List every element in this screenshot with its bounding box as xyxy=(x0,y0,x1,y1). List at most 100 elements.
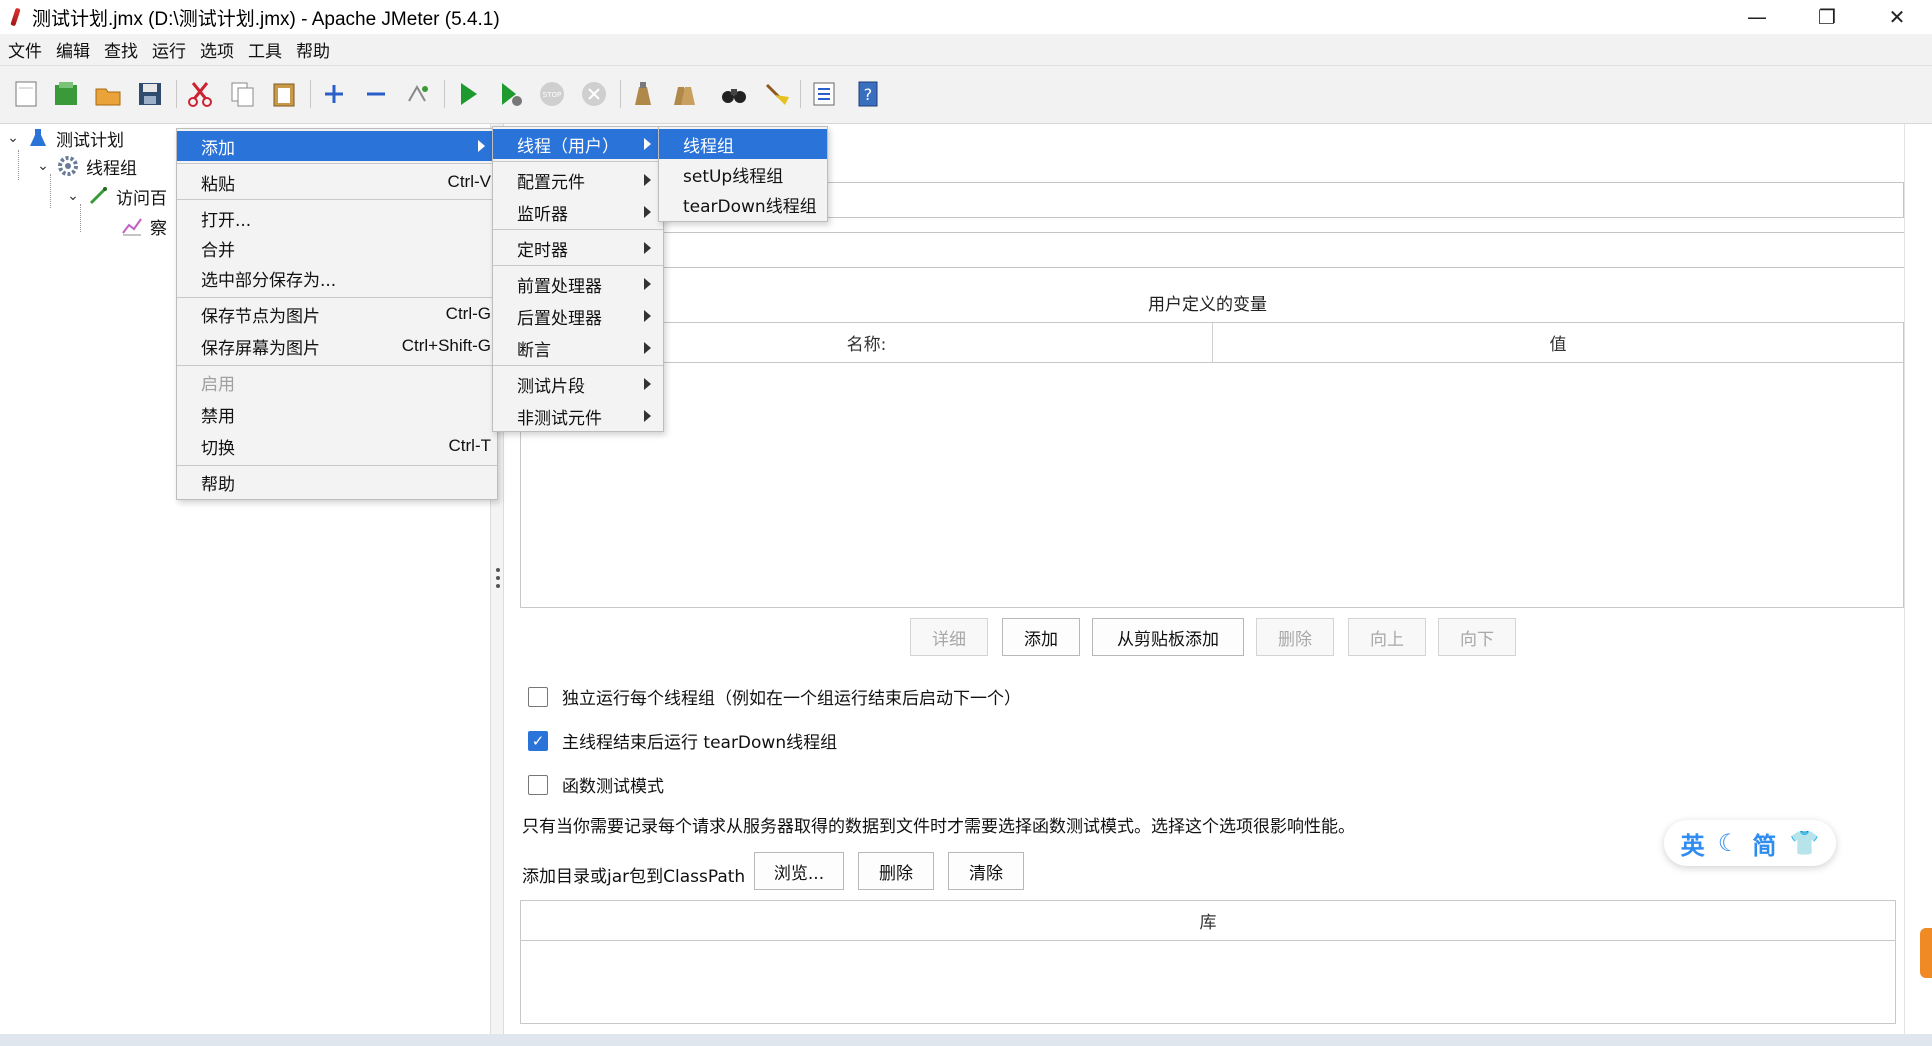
moon-icon[interactable]: ☾ xyxy=(1718,829,1740,857)
templates-icon[interactable] xyxy=(50,78,82,110)
chevron-down-icon[interactable]: ⌄ xyxy=(64,187,82,205)
ime-status-bar[interactable]: 英 ☾ 简 👕 xyxy=(1664,820,1836,866)
submenu-item-thread-group[interactable]: 线程组 xyxy=(659,129,827,159)
submenu-item-teardown-thread-group[interactable]: tearDown线程组 xyxy=(659,189,827,219)
classpath-clear-button[interactable]: 清除 xyxy=(948,852,1024,890)
menu-item-open[interactable]: 打开... xyxy=(177,203,497,233)
submenu-item-assertion[interactable]: 断言 xyxy=(493,333,663,363)
menu-help[interactable]: 帮助 xyxy=(296,37,330,62)
tree-node-thread-group[interactable]: ⌄ 线程组 xyxy=(34,152,137,180)
taskbar-strip xyxy=(0,1034,1932,1046)
menu-file[interactable]: 文件 xyxy=(8,37,42,62)
title-bar: 测试计划.jmx (D:\测试计划.jmx) - Apache JMeter (… xyxy=(0,0,1932,34)
menu-item-save-screen-as-image[interactable]: 保存屏幕为图片 Ctrl+Shift-G xyxy=(177,331,497,361)
submenu-item-listener[interactable]: 监听器 xyxy=(493,197,663,227)
start-no-pauses-icon[interactable] xyxy=(494,78,526,110)
serialize-thread-groups-checkbox[interactable]: 独立运行每个线程组（例如在一个组运行结束后启动下一个） xyxy=(528,684,1021,709)
functional-mode-checkbox[interactable]: 函数测试模式 xyxy=(528,772,664,797)
new-icon[interactable] xyxy=(10,78,42,110)
tree-node-label: 访问百 xyxy=(116,188,167,209)
gear-icon xyxy=(56,154,80,178)
tree-node-listener[interactable]: 察 xyxy=(116,212,167,240)
checkbox-box[interactable] xyxy=(528,774,548,795)
classpath-delete-button[interactable]: 删除 xyxy=(858,852,934,890)
user-variables-table[interactable]: 名称: 值 xyxy=(520,322,1904,608)
ime-lang[interactable]: 英 xyxy=(1681,826,1705,861)
add-from-clipboard-button[interactable]: 从剪贴板添加 xyxy=(1092,618,1244,656)
stop-icon[interactable]: STOP xyxy=(536,78,568,110)
help-icon[interactable]: ? xyxy=(852,78,884,110)
menu-item-save-selection-as[interactable]: 选中部分保存为... xyxy=(177,263,497,293)
menu-edit[interactable]: 编辑 xyxy=(56,37,90,62)
menu-run[interactable]: 运行 xyxy=(152,37,186,62)
shutdown-icon[interactable] xyxy=(578,78,610,110)
submenu-item-test-fragment[interactable]: 测试片段 xyxy=(493,369,663,399)
toolbar: STOP ? xyxy=(0,66,1932,124)
menu-item-enable[interactable]: 启用 xyxy=(177,367,497,397)
shirt-icon[interactable]: 👕 xyxy=(1790,829,1820,857)
submenu-item-post-processor[interactable]: 后置处理器 xyxy=(493,301,663,331)
menu-item-disable[interactable]: 禁用 xyxy=(177,399,497,429)
clear-all-icon[interactable] xyxy=(668,78,700,110)
submenu-item-config-element[interactable]: 配置元件 xyxy=(493,165,663,195)
submenu-item-timer[interactable]: 定时器 xyxy=(493,233,663,263)
chevron-down-icon[interactable]: ⌄ xyxy=(4,129,22,147)
name-field[interactable] xyxy=(654,182,1904,218)
tree-node-sampler[interactable]: ⌄ 访问百 xyxy=(64,182,167,210)
restore-button[interactable]: ❐ xyxy=(1792,0,1862,34)
checkbox-box[interactable] xyxy=(528,686,548,707)
clear-icon[interactable] xyxy=(626,78,658,110)
library-table[interactable]: 库 xyxy=(520,900,1896,1024)
minimize-button[interactable]: — xyxy=(1722,0,1792,34)
function-helper-icon[interactable] xyxy=(808,78,840,110)
menu-item-paste[interactable]: 粘贴 Ctrl-V xyxy=(177,167,497,197)
search-binoculars-icon[interactable] xyxy=(718,78,750,110)
submenu-arrow-icon xyxy=(644,206,651,218)
context-menu: 添加 粘贴 Ctrl-V 打开... 合并 选中部分保存为... 保存节点为图片 C… xyxy=(176,128,498,500)
right-scroll-area xyxy=(1904,124,1932,1034)
add-button[interactable]: 添加 xyxy=(1002,618,1080,656)
add-submenu: 线程（用户） 配置元件 监听器 定时器 前置处理器 后置处理器 断言 测试片段 … xyxy=(492,126,664,432)
menu-item-add[interactable]: 添加 xyxy=(177,131,497,161)
checkmark-icon[interactable]: ✓ xyxy=(528,730,548,751)
cut-icon[interactable] xyxy=(184,78,216,110)
collapse-all-icon[interactable] xyxy=(360,78,392,110)
toggle-icon[interactable] xyxy=(402,78,434,110)
checkbox-label: 函数测试模式 xyxy=(562,777,664,797)
side-tab[interactable] xyxy=(1920,928,1932,978)
submenu-item-threads[interactable]: 线程（用户） xyxy=(493,129,663,159)
submenu-item-non-test-elements[interactable]: 非测试元件 xyxy=(493,401,663,431)
start-icon[interactable] xyxy=(452,78,484,110)
save-icon[interactable] xyxy=(134,78,166,110)
browse-button[interactable]: 浏览... xyxy=(754,852,844,890)
delete-button[interactable]: 删除 xyxy=(1256,618,1334,656)
test-plan-flask-icon xyxy=(26,126,50,150)
menu-search[interactable]: 查找 xyxy=(104,37,138,62)
close-button[interactable]: ✕ xyxy=(1862,0,1932,34)
menu-item-help[interactable]: 帮助 xyxy=(177,467,497,497)
reset-search-broom-icon[interactable] xyxy=(760,78,792,110)
ime-mode[interactable]: 简 xyxy=(1752,826,1776,861)
up-button[interactable]: 向上 xyxy=(1348,618,1426,656)
detail-button[interactable]: 详细 xyxy=(910,618,988,656)
chevron-down-icon[interactable]: ⌄ xyxy=(34,157,52,175)
open-icon[interactable] xyxy=(92,78,124,110)
paste-icon[interactable] xyxy=(268,78,300,110)
svg-text:STOP: STOP xyxy=(543,91,561,99)
comments-field[interactable] xyxy=(654,232,1906,268)
down-button[interactable]: 向下 xyxy=(1438,618,1516,656)
submenu-item-pre-processor[interactable]: 前置处理器 xyxy=(493,269,663,299)
pipette-icon xyxy=(86,184,110,208)
menu-options[interactable]: 选项 xyxy=(200,37,234,62)
tree-node-test-plan[interactable]: ⌄ 测试计划 xyxy=(4,124,124,152)
menu-item-toggle[interactable]: 切换 Ctrl-T xyxy=(177,431,497,461)
copy-icon[interactable] xyxy=(226,78,258,110)
menu-item-merge[interactable]: 合并 xyxy=(177,233,497,263)
column-library[interactable]: 库 xyxy=(521,901,1895,940)
column-value[interactable]: 值 xyxy=(1213,323,1903,362)
teardown-on-shutdown-checkbox[interactable]: ✓ 主线程结束后运行 tearDown线程组 xyxy=(528,728,837,753)
menu-tools[interactable]: 工具 xyxy=(248,37,282,62)
expand-all-icon[interactable] xyxy=(318,78,350,110)
menu-item-save-node-as-image[interactable]: 保存节点为图片 Ctrl-G xyxy=(177,299,497,329)
submenu-item-setup-thread-group[interactable]: setUp线程组 xyxy=(659,159,827,189)
